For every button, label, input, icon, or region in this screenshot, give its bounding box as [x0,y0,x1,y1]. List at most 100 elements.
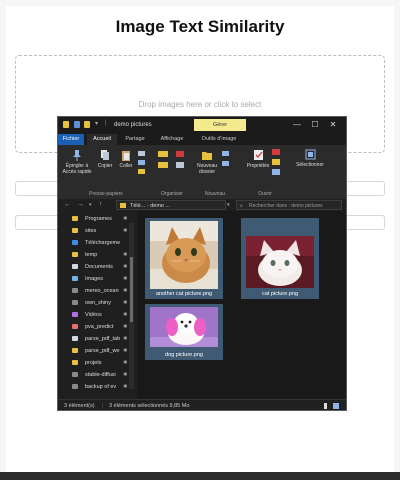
pin-label-2: Accès rapide [62,169,92,175]
pin-icon[interactable]: ✱ [123,334,128,344]
search-box[interactable]: ⌕ Rechercher dans : demo pictures [236,200,342,210]
forward-arrow-icon[interactable]: → [77,199,84,211]
sidebar-item-label: pva_predict [85,324,114,330]
sidebar-item[interactable]: projets ✱ [72,358,135,368]
bottom-bar [0,472,400,480]
details-view-icon[interactable] [324,403,327,409]
sidebar-item[interactable]: parse_pdf_we ✱ [72,346,135,356]
pin-icon[interactable]: ✱ [123,370,128,380]
group-organize-label: Organiser [161,191,183,197]
new-folder-small-icon[interactable] [84,121,90,128]
file-name: dog picture.png [165,352,203,358]
pin-icon[interactable]: ✱ [123,250,128,260]
move-to-icon[interactable] [158,151,168,157]
group-new-label: Nouveau [204,191,225,197]
back-arrow-icon[interactable]: ← [64,199,71,211]
sidebar-item[interactable]: Programes ✱ [72,214,135,224]
folder-icon [72,252,78,257]
file-explorer-window[interactable]: ▾ | demo pictures Gérer — ☐ ✕ Fichier Ac… [57,116,347,411]
pin-icon[interactable]: ✱ [123,286,128,296]
explorer-titlebar[interactable]: ▾ | demo pictures Gérer — ☐ ✕ [58,117,346,134]
path-segment-demo[interactable]: demo ... [150,203,170,209]
scrollbar-thumb[interactable] [130,257,133,322]
address-path[interactable]: Télé... › demo ... [116,200,226,210]
sidebar-item[interactable]: stable-diffusi ✱ [72,370,135,380]
new-item-icons[interactable] [222,151,229,166]
pin-icon[interactable]: ✱ [123,226,128,236]
clipboard-small-icons[interactable] [138,151,145,174]
file-item[interactable]: cat picture.png [241,218,319,299]
file-name: another cat picture.png [155,291,213,297]
tab-fichier[interactable]: Fichier [58,134,84,145]
maximize-button[interactable]: ☐ [308,120,322,130]
folder-icon [63,121,69,128]
sidebar-item[interactable]: Documents ✱ [72,262,135,272]
copy-to-icon[interactable] [158,162,168,168]
properties-button[interactable]: Propriétés [244,149,272,169]
sidebar-item-label: own_shiny [85,300,111,306]
pin-icon[interactable]: ✱ [123,310,128,320]
close-button[interactable]: ✕ [326,120,340,130]
file-item[interactable]: another cat picture.png [145,218,223,299]
history-icon[interactable] [272,169,280,175]
sidebar-item[interactable]: own_shiny ✱ [72,298,135,308]
copy-button[interactable]: Copier [95,149,115,169]
easy-access-icon[interactable] [222,161,229,166]
navigation-pane[interactable]: Programes ✱ sites ✱ Téléchargeme temp ✱ Doc… [58,211,137,399]
delete-icon[interactable] [176,151,184,157]
new-folder-button[interactable]: Nouveau dossier [194,149,220,175]
sidebar-item[interactable]: pva_predict ✱ [72,322,135,332]
pin-icon[interactable]: ✱ [123,214,128,224]
cut-icon[interactable] [138,151,145,156]
edit-icon[interactable] [272,159,280,165]
pin-icon[interactable]: ✱ [123,298,128,308]
folder-icon [120,203,126,208]
recent-chevron-icon[interactable]: ▾ [89,199,92,211]
delete-rename-group[interactable] [176,151,184,168]
sidebar-item[interactable]: parse_pdf_tab ✱ [72,334,135,344]
path-segment-downloads[interactable]: Télé... [130,203,145,209]
sidebar-item[interactable]: temp ✱ [72,250,135,260]
tab-affichage[interactable]: Affichage [154,134,190,145]
sidebar-item[interactable]: mereo_ocean ✱ [72,286,135,296]
chevron-down-icon[interactable]: ▾ [95,120,98,127]
sidebar-item[interactable]: sites ✱ [72,226,135,236]
up-arrow-icon[interactable]: ↑ [99,199,103,211]
organize-group[interactable] [158,151,168,168]
pin-icon[interactable]: ✱ [123,358,128,368]
new-item-icon[interactable] [222,151,229,156]
file-item[interactable]: dog picture.png [145,304,223,360]
select-button[interactable]: Sélectionner [290,149,330,168]
group-open-label: Ouvrir [258,191,272,197]
file-list[interactable]: another cat picture.png cat picture.png [137,211,346,399]
address-dropdown-icon[interactable]: ▾ [227,199,230,211]
properties-small-icon[interactable] [74,121,80,128]
pin-icon[interactable]: ✱ [123,322,128,332]
sidebar-item[interactable]: backup of ev ✱ [72,382,135,392]
copy-path-icon[interactable] [138,160,145,165]
paste-button[interactable]: Coller [117,149,135,169]
sidebar-item-label: stable-diffusi [85,372,116,378]
documents-icon [72,264,78,269]
pin-icon[interactable]: ✱ [123,382,128,392]
properties-icon [253,150,263,160]
pin-icon[interactable]: ✱ [123,346,128,356]
pin-icon[interactable]: ✱ [123,274,128,284]
sidebar-item[interactable]: Images ✱ [72,274,135,284]
open-group-icons[interactable] [272,149,280,175]
tab-accueil[interactable]: Accueil [87,134,117,145]
manage-tab[interactable]: Gérer [194,119,246,131]
large-icons-view-icon[interactable] [333,403,339,409]
videos-icon [72,312,78,317]
tab-outils-image[interactable]: Outils d'image [194,134,244,145]
paste-shortcut-icon[interactable] [138,169,145,174]
pin-quick-access-button[interactable]: Épingler à Accès rapide [60,149,94,175]
rename-icon[interactable] [176,162,184,168]
minimize-button[interactable]: — [290,120,304,130]
open-icon[interactable] [272,149,280,155]
sidebar-item-label: parse_pdf_tab [85,336,121,342]
pin-icon[interactable]: ✱ [123,262,128,272]
sidebar-item[interactable]: Vidéos ✱ [72,310,135,320]
tab-partage[interactable]: Partage [120,134,150,145]
sidebar-item[interactable]: Téléchargeme [72,238,135,248]
